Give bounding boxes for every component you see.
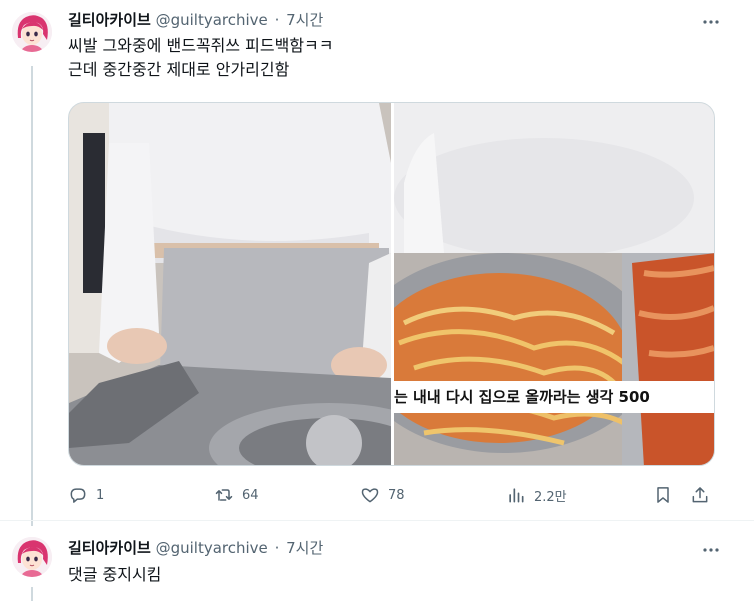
heart-icon (361, 488, 379, 503)
avatar[interactable] (12, 537, 52, 577)
like-button[interactable]: 78 (360, 478, 405, 512)
tweet-header: 길티아카이브 @guiltyarchive · 7시간 (68, 10, 323, 30)
author-name[interactable]: 길티아카이브 (68, 11, 151, 29)
reply-button[interactable]: 1 (68, 478, 104, 512)
tweet-text: 댓글 중지시킴 (68, 565, 162, 584)
tweet-media[interactable]: 는 내내 다시 집으로 올까라는 생각 500 (68, 102, 715, 466)
like-count: 78 (388, 487, 405, 503)
avatar[interactable] (12, 12, 52, 52)
photo-person-gas-stove-icon (69, 103, 391, 465)
reply-count: 1 (96, 487, 105, 503)
views-button[interactable]: 2.2만 (506, 478, 567, 512)
tweet-header: 길티아카이브 @guiltyarchive · 7시간 (68, 538, 323, 558)
author-handle[interactable]: @guiltyarchive (156, 539, 268, 557)
media-image-2[interactable]: 는 내내 다시 집으로 올까라는 생각 500 (394, 103, 714, 465)
author-name[interactable]: 길티아카이브 (68, 539, 151, 557)
retweet-count: 64 (242, 487, 259, 503)
tweet-text: 씨발 그와중에 밴드꼭쥐쓰 피드백함ㅋㅋ 근데 중간중간 제대로 안가리긴함 (68, 36, 334, 79)
tweet-timestamp[interactable]: 7시간 (286, 539, 323, 557)
tweet-actions: 1 64 78 2.2만 (68, 478, 718, 512)
analytics-icon (509, 488, 524, 503)
anime-girl-avatar-icon (12, 12, 52, 52)
separator-dot: · (274, 11, 280, 29)
thread-connector-line (31, 66, 33, 526)
bookmark-icon (657, 487, 669, 503)
thread-connector-line (31, 587, 33, 601)
share-button[interactable] (690, 478, 710, 512)
views-count: 2.2만 (534, 489, 567, 505)
share-icon (692, 487, 708, 503)
tweet[interactable]: 길티아카이브 @guiltyarchive · 7시간 씨발 그와중에 밴드꼭쥐… (0, 0, 754, 526)
more-options-button[interactable] (694, 533, 728, 567)
retweet-icon (215, 489, 233, 501)
more-options-button[interactable] (694, 5, 728, 39)
author-handle[interactable]: @guiltyarchive (156, 11, 268, 29)
tweet[interactable]: 길티아카이브 @guiltyarchive · 7시간 댓글 중지시킴 (0, 525, 754, 601)
tweet-timestamp[interactable]: 7시간 (286, 11, 323, 29)
more-horizontal-icon (703, 548, 719, 552)
tweet-divider (0, 520, 754, 521)
anime-girl-avatar-icon (12, 537, 52, 577)
separator-dot: · (274, 539, 280, 557)
bookmark-button[interactable] (653, 478, 673, 512)
more-horizontal-icon (703, 20, 719, 24)
video-subtitle-caption: 는 내내 다시 집으로 올까라는 생각 500 (394, 381, 714, 413)
reply-icon (70, 488, 86, 503)
media-image-1[interactable] (69, 103, 391, 465)
retweet-button[interactable]: 64 (214, 478, 259, 512)
